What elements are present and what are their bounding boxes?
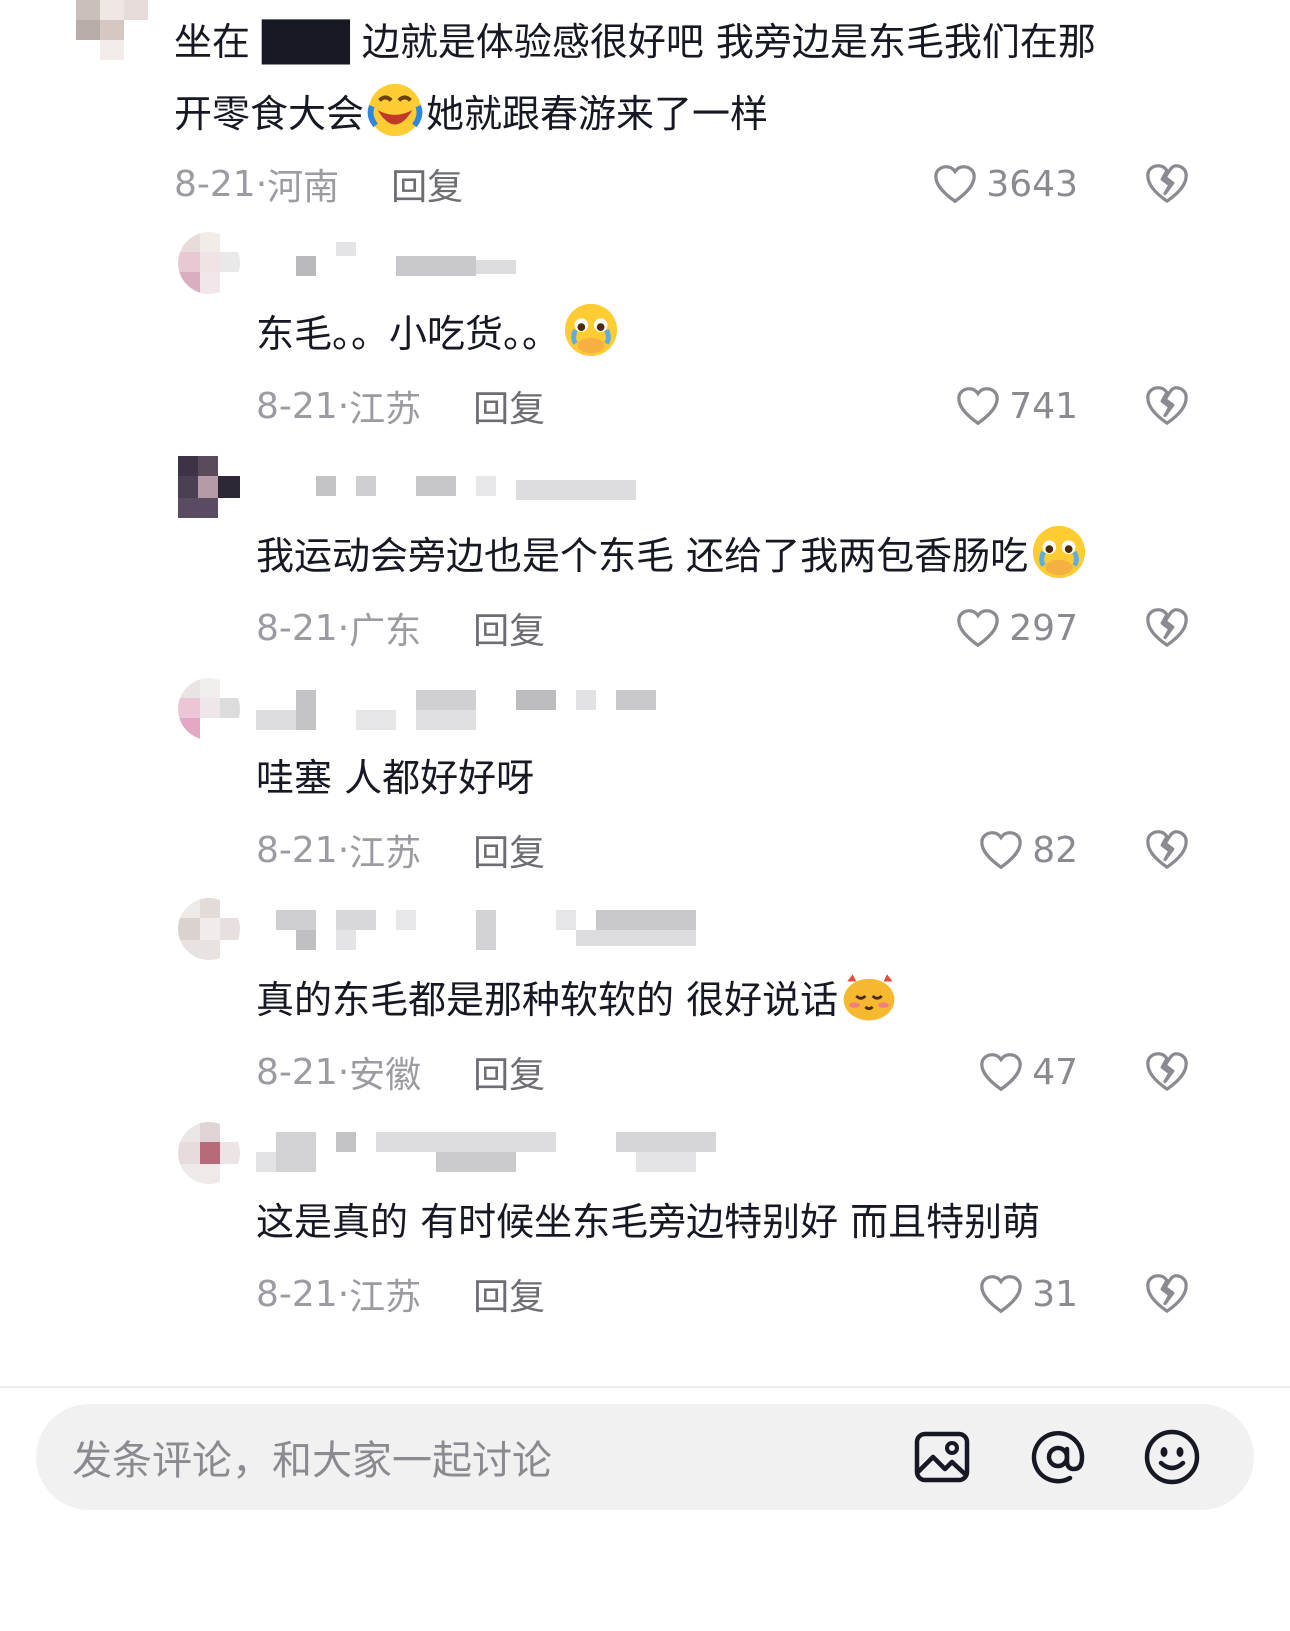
comment-date: 8-21 <box>256 607 338 649</box>
comment-text: 坐在 ███ 边就是体验感很好吧 我旁边是东毛我们在那 <box>174 6 1096 78</box>
heart-icon <box>957 387 1000 426</box>
like-button[interactable]: 82 <box>978 828 1078 872</box>
comment-meta: 8-21 · 江苏 回复 <box>256 1272 545 1319</box>
comment-date: 8-21 <box>256 829 338 871</box>
comment-meta: 8-21 · 安徽 回复 <box>256 1050 545 1097</box>
emoji-smile-icon[interactable] <box>1142 1427 1202 1487</box>
like-button[interactable]: 297 <box>955 606 1078 650</box>
comment-location: 江苏 <box>349 833 422 874</box>
like-count: 3643 <box>986 163 1078 205</box>
holding-back-tears-emoji-icon <box>1032 525 1086 579</box>
reply-button[interactable]: 回复 <box>473 1046 545 1098</box>
divider <box>0 1386 1290 1388</box>
comment-location: 江苏 <box>349 389 422 430</box>
comment-location: 河南 <box>267 167 340 208</box>
broken-heart-icon[interactable] <box>1144 1270 1190 1316</box>
username[interactable] <box>296 470 646 510</box>
broken-heart-icon[interactable] <box>1144 160 1190 206</box>
comment-input[interactable]: 发条评论，和大家一起讨论 <box>72 1404 552 1510</box>
like-button[interactable]: 741 <box>955 384 1078 428</box>
comment-input-bar[interactable]: 发条评论，和大家一起讨论 <box>36 1404 1254 1510</box>
holding-back-tears-emoji-icon <box>564 303 618 357</box>
username[interactable] <box>256 690 676 730</box>
comment-text: 这是真的 有时候坐东毛旁边特别好 而且特别萌 <box>256 1200 1041 1244</box>
comment-meta: 8-21 · 河南 回复 <box>174 162 463 209</box>
heart-icon <box>980 1053 1022 1092</box>
laughing-crying-emoji-icon <box>367 83 423 137</box>
reply-button[interactable]: 回复 <box>473 824 545 876</box>
comment-list-page: 坐在 ███ 边就是体验感很好吧 我旁边是东毛我们在那 开零食大会 她就跟春游来… <box>0 0 1290 1631</box>
comment-meta: 8-21 · 广东 回复 <box>256 606 545 653</box>
comment-text: 哇塞 人都好好呀 <box>256 756 535 800</box>
reply-button[interactable]: 回复 <box>473 380 545 432</box>
shy-blushing-emoji-icon <box>843 974 895 1021</box>
username[interactable] <box>276 910 716 950</box>
comment-meta: 8-21 · 江苏 回复 <box>256 384 545 431</box>
comment-text: 我运动会旁边也是个东毛 还给了我两包香肠吃 <box>256 520 1090 592</box>
avatar[interactable] <box>48 0 160 60</box>
like-count: 297 <box>1009 607 1078 649</box>
like-count: 31 <box>1032 1273 1078 1315</box>
like-count: 741 <box>1009 385 1078 427</box>
comment-location: 安徽 <box>349 1055 422 1096</box>
heart-icon <box>980 831 1022 870</box>
broken-heart-icon[interactable] <box>1144 604 1190 650</box>
like-button[interactable]: 3643 <box>932 162 1078 206</box>
mention-at-icon[interactable] <box>1028 1427 1088 1487</box>
username[interactable] <box>256 1132 726 1172</box>
heart-icon <box>980 1275 1022 1314</box>
reply-button[interactable]: 回复 <box>391 158 463 210</box>
like-button[interactable]: 47 <box>978 1050 1078 1094</box>
avatar[interactable] <box>178 678 240 740</box>
avatar[interactable] <box>178 232 240 294</box>
heart-icon <box>957 609 1000 648</box>
avatar[interactable] <box>178 1122 240 1184</box>
comment-text: 东毛。。小吃货。。 <box>256 298 622 370</box>
username[interactable] <box>296 242 546 282</box>
comment-date: 8-21 <box>256 385 338 427</box>
reply-button[interactable]: 回复 <box>473 602 545 654</box>
image-icon[interactable] <box>912 1427 972 1487</box>
broken-heart-icon[interactable] <box>1144 382 1190 428</box>
comment-date: 8-21 <box>174 163 256 205</box>
comment-text: 真的东毛都是那种软软的 很好说话 <box>256 964 900 1036</box>
like-button[interactable]: 31 <box>978 1272 1078 1316</box>
comment-location: 广东 <box>349 611 422 652</box>
reply-button[interactable]: 回复 <box>473 1268 545 1320</box>
comment-location: 江苏 <box>349 1277 422 1318</box>
comment-date: 8-21 <box>256 1051 338 1093</box>
comment-text: 开零食大会 她就跟春游来了一样 <box>174 78 768 150</box>
broken-heart-icon[interactable] <box>1144 826 1190 872</box>
comment-meta: 8-21 · 江苏 回复 <box>256 828 545 875</box>
avatar[interactable] <box>178 456 240 518</box>
heart-icon <box>934 165 977 204</box>
comment-text-line: 坐在 ███ 边就是体验感很好吧 我旁边是东毛我们在那 <box>174 20 1096 64</box>
broken-heart-icon[interactable] <box>1144 1048 1190 1094</box>
avatar[interactable] <box>178 898 240 960</box>
like-count: 47 <box>1032 1051 1078 1093</box>
like-count: 82 <box>1032 829 1078 871</box>
comment-date: 8-21 <box>256 1273 338 1315</box>
